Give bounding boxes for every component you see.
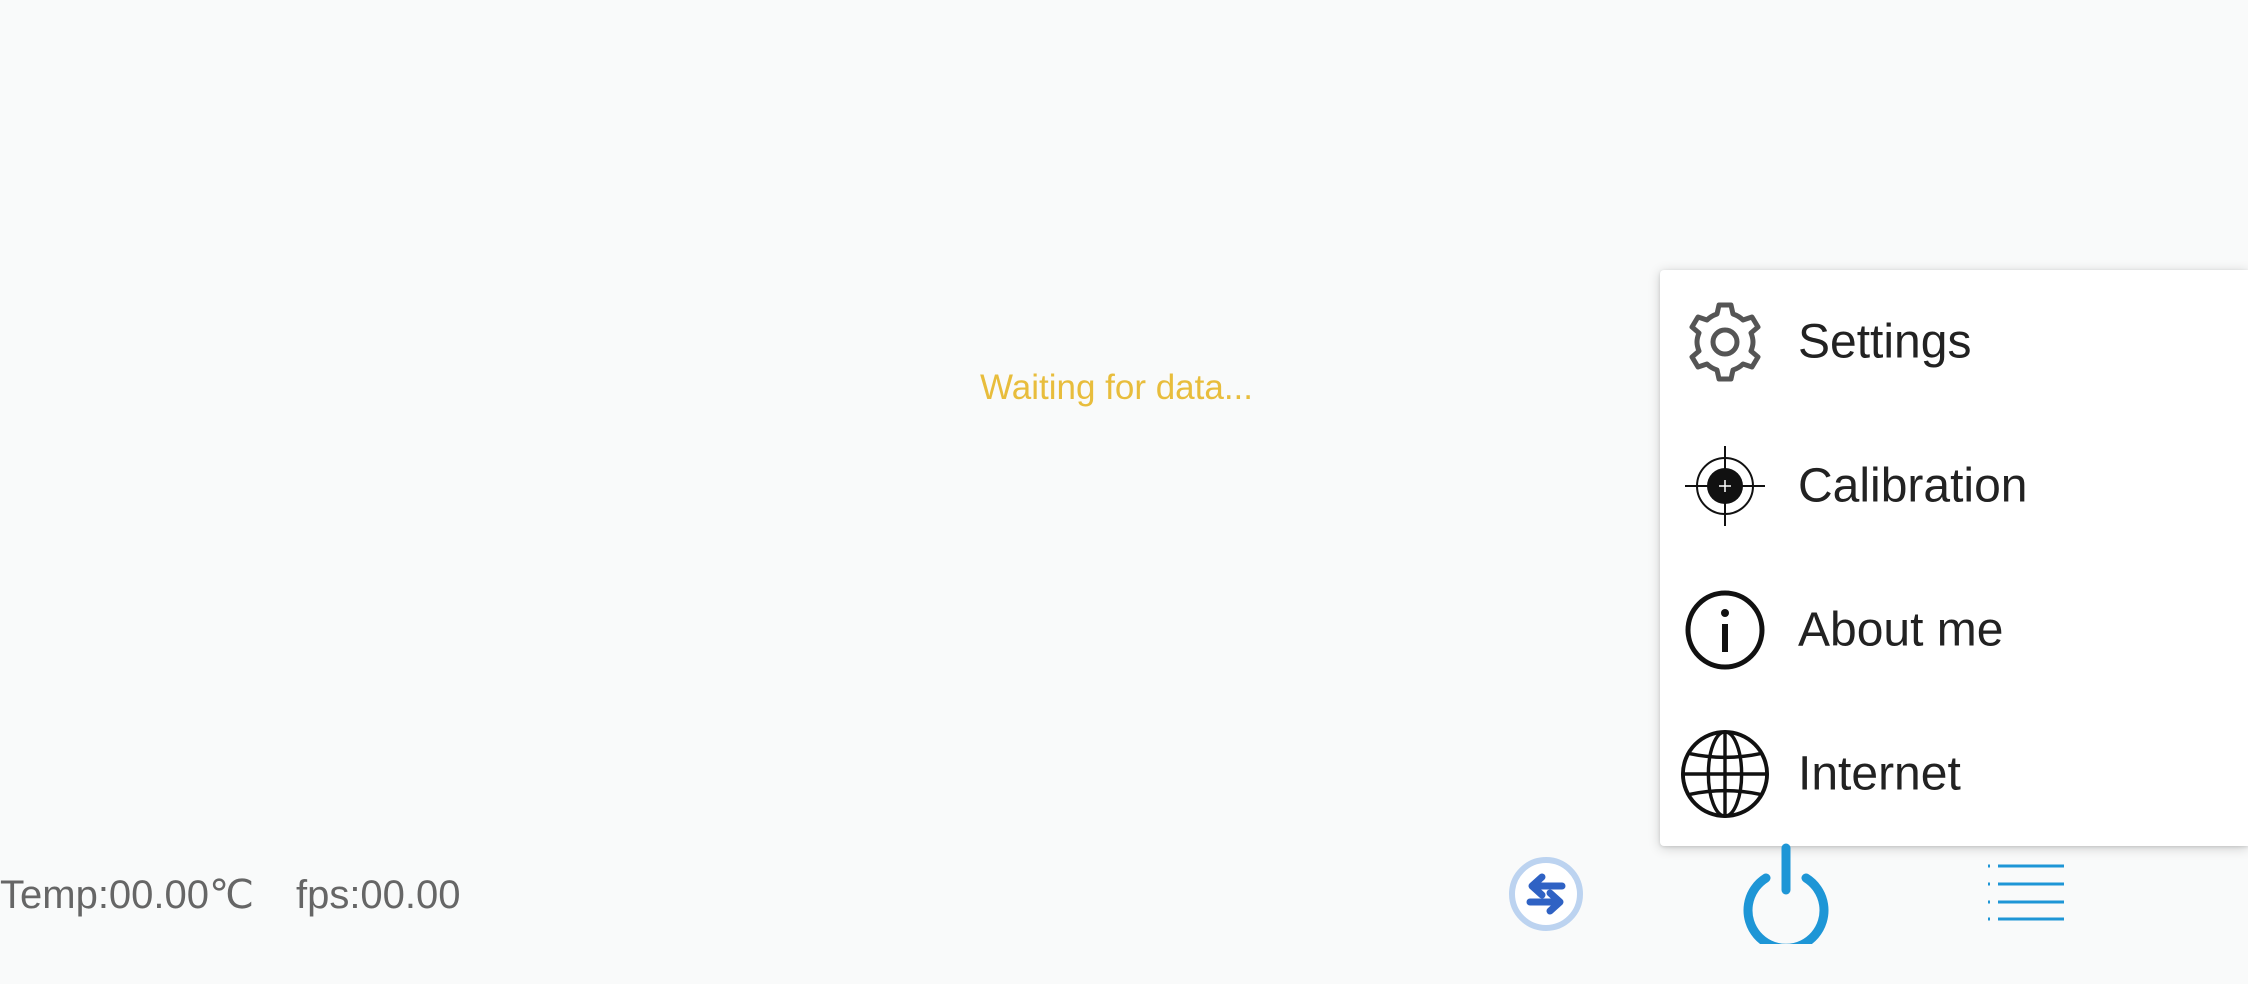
menu-item-internet[interactable]: Internet (1660, 702, 2248, 846)
globe-icon (1680, 729, 1770, 819)
gear-icon (1680, 302, 1770, 382)
menu-item-label: Calibration (1798, 459, 2028, 513)
swap-button[interactable] (1506, 856, 1586, 936)
menu-item-settings[interactable]: Settings (1660, 270, 2248, 414)
status-message: Waiting for data... (980, 368, 1253, 407)
menu-item-about-me[interactable]: About me (1660, 558, 2248, 702)
swap-arrows-icon (1506, 854, 1586, 939)
popup-menu: Settings Calibration About me Internet (1660, 270, 2248, 846)
menu-item-label: About me (1798, 603, 2004, 657)
fps-readout: fps:00.00 (295, 873, 461, 917)
power-button[interactable] (1738, 840, 1834, 953)
menu-item-label: Internet (1798, 747, 1961, 801)
crosshair-icon (1680, 446, 1770, 526)
menu-item-calibration[interactable]: Calibration (1660, 414, 2248, 558)
power-icon (1738, 840, 1834, 953)
menu-button[interactable] (1986, 864, 2066, 924)
stats-bar: Temp:00.00℃ fps:00.00 (0, 872, 461, 918)
temperature-readout: Temp:00.00℃ (0, 873, 254, 917)
info-icon (1680, 590, 1770, 670)
list-menu-icon (1986, 862, 2066, 927)
menu-item-label: Settings (1798, 315, 1972, 369)
